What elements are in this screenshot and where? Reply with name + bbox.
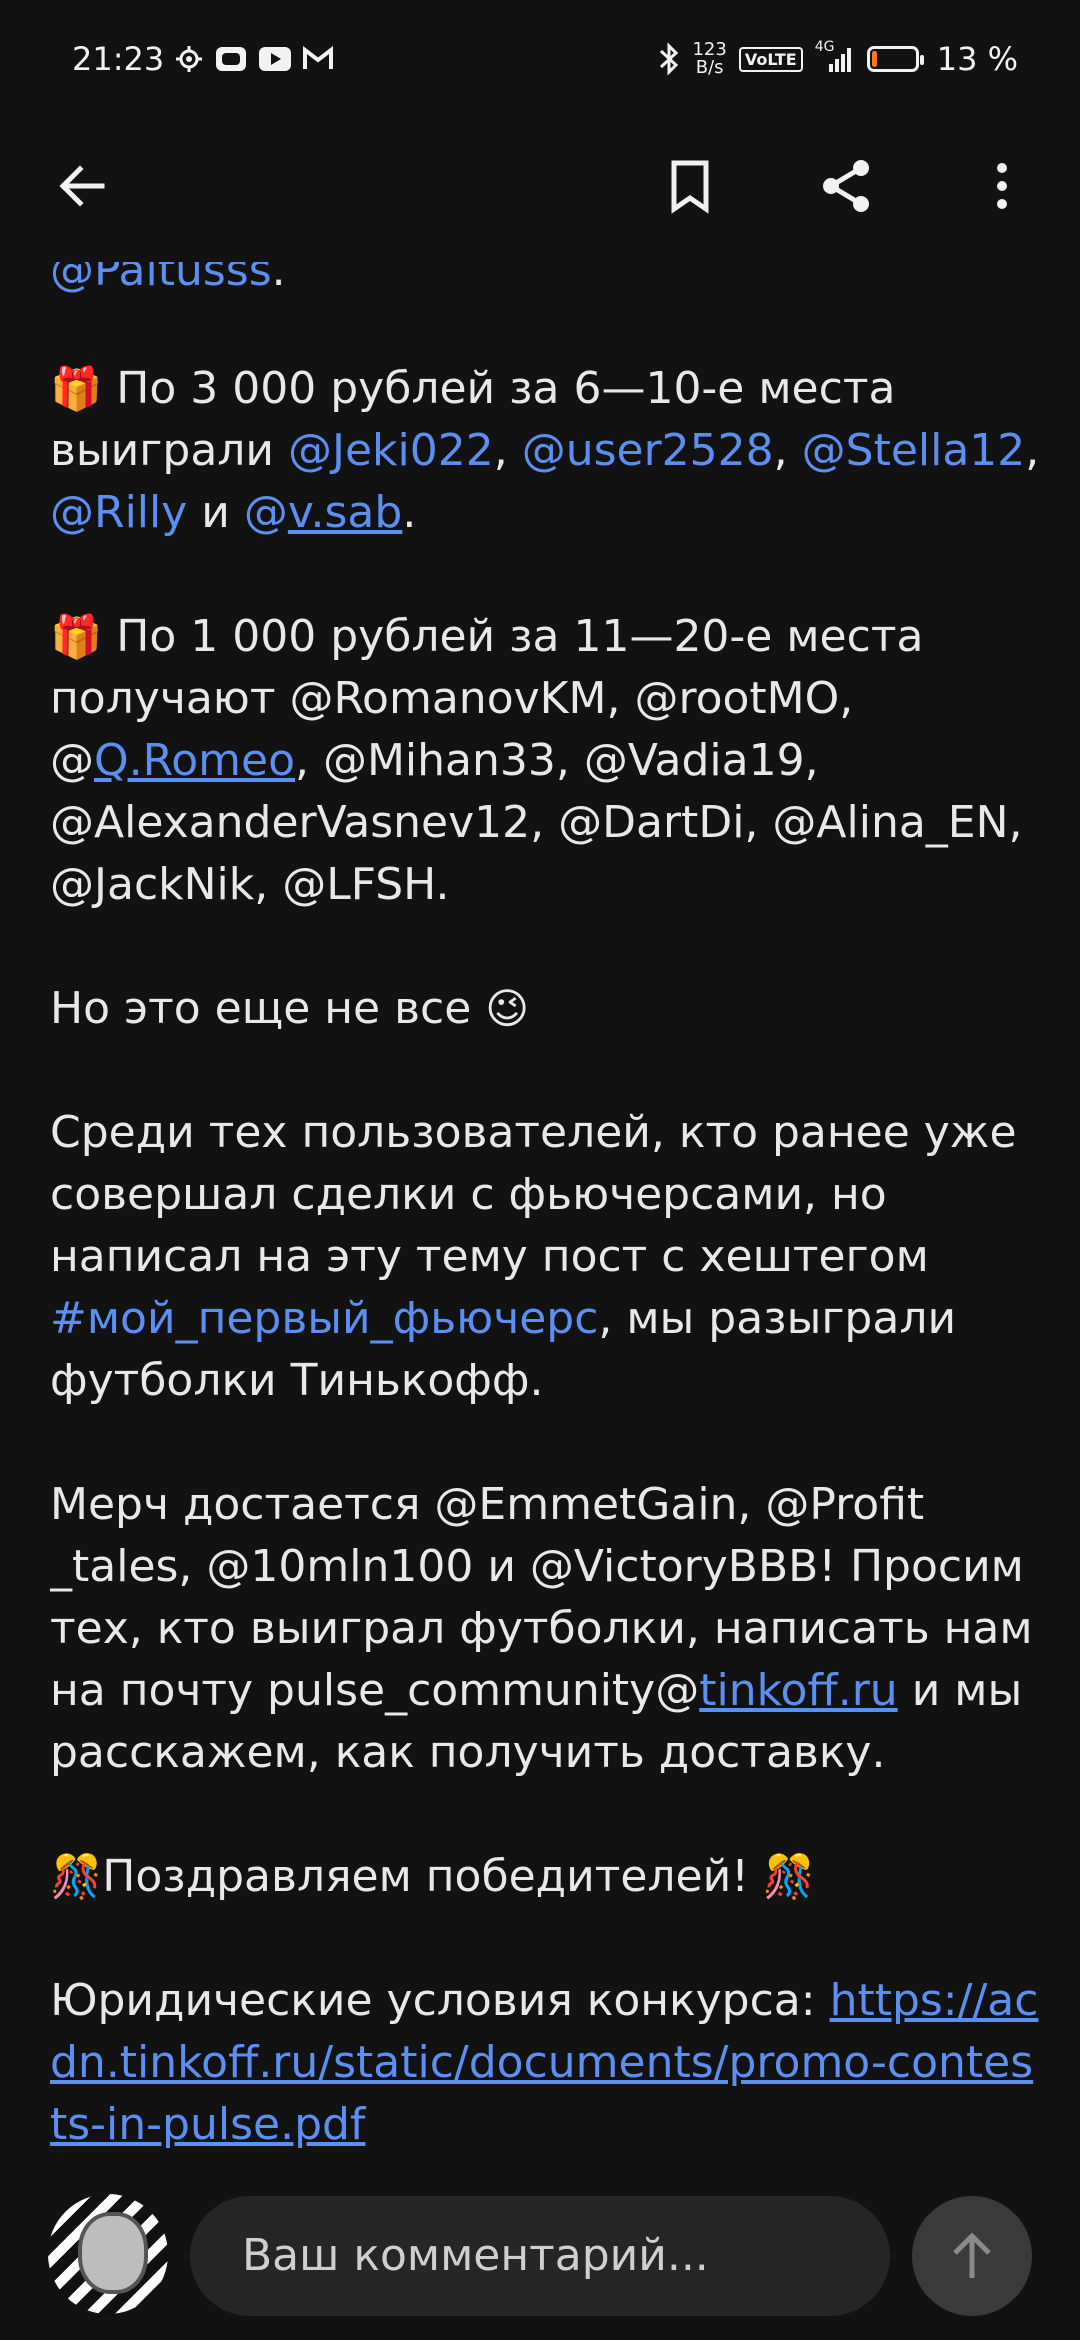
paragraph-text: Поздравляем победителей! <box>102 1851 763 1902</box>
bookmark-button[interactable] <box>654 150 726 222</box>
email-domain-link[interactable]: tinkoff.ru <box>699 1665 897 1716</box>
post-paragraph-futures: Среди тех пользователей, кто ранее уже с… <box>50 1102 1040 1412</box>
paragraph-text: . <box>271 262 286 296</box>
separator: . <box>402 487 417 538</box>
paragraph-text: Среди тех пользователей, кто ранее уже с… <box>50 1107 1017 1282</box>
status-right: 123 B/s VoLTE 4G 13 % <box>658 39 1018 78</box>
vpn-gear-icon <box>174 44 204 74</box>
paragraph-text: По 1 000 рублей за 11—20-е места получаю… <box>50 611 924 724</box>
avatar[interactable] <box>48 2194 168 2314</box>
mention-link[interactable]: @Jeki022 <box>288 425 494 476</box>
wink-emoji: 😉 <box>485 984 530 1033</box>
battery-icon <box>866 46 924 72</box>
status-time: 21:23 <box>72 40 165 78</box>
confetti-emoji: 🎊 <box>762 1852 816 1901</box>
gift-emoji: 🎁 <box>50 612 103 661</box>
bluetooth-icon <box>658 42 680 76</box>
hashtag-link[interactable]: #мой_первый_фьючерс <box>50 1293 598 1344</box>
mention-name: Q.Romeo <box>94 735 295 786</box>
mention-link[interactable]: @Stella12 <box>802 425 1026 476</box>
separator: , <box>493 425 522 476</box>
mention-link[interactable]: @Rilly <box>50 487 187 538</box>
post-paragraph-congrats: 🎊Поздравляем победителей! 🎊 <box>50 1846 1040 1908</box>
more-options-button[interactable] <box>966 150 1038 222</box>
separator: , <box>773 425 802 476</box>
bookmark-icon <box>671 160 709 214</box>
separator: , <box>1025 425 1040 476</box>
separator: и <box>187 487 244 538</box>
net-speed: 123 B/s <box>692 41 726 77</box>
confetti-emoji: 🎊 <box>50 1852 103 1901</box>
post-paragraph-top: @Paltusss. <box>50 262 1040 302</box>
mention-link[interactable]: @user2528 <box>522 425 774 476</box>
back-button[interactable] <box>46 150 118 222</box>
arrow-left-icon <box>59 165 105 207</box>
send-button[interactable] <box>912 2196 1032 2316</box>
post-paragraph-not-all: Но это еще не все 😉 <box>50 978 1040 1040</box>
mention-at: @ <box>50 735 94 786</box>
share-button[interactable] <box>810 150 882 222</box>
paragraph-text: Но это еще не все <box>50 983 486 1034</box>
comment-input[interactable]: Ваш комментарий... <box>190 2196 890 2316</box>
status-left: 21:23 <box>72 40 334 78</box>
post-content: @Paltusss. 🎁 По 3 000 рублей за 6—10-е м… <box>50 262 1040 2162</box>
youtube-icon <box>258 46 292 72</box>
status-bar: 21:23 123 B/s VoLTE 4G 13 % <box>0 0 1080 120</box>
network-type: 4G <box>814 39 835 55</box>
share-icon <box>823 160 869 212</box>
comment-bar: Ваш комментарий... <box>0 2180 1080 2340</box>
post-paragraph-prizes-1000: 🎁 По 1 000 рублей за 11—20-е места получ… <box>50 606 1040 916</box>
mention-name: v.sab <box>287 487 403 538</box>
post-paragraph-legal: Юридические условия конкурса: https://ac… <box>50 1970 1040 2156</box>
arrow-up-icon <box>953 2232 991 2278</box>
mention-at: @ <box>243 487 288 538</box>
more-vertical-icon <box>997 163 1007 209</box>
volte-badge: VoLTE <box>738 46 803 72</box>
mention-link[interactable]: @Q.Romeo <box>50 735 295 786</box>
paragraph-text: Юридические условия конкурса: <box>50 1975 830 2026</box>
post-paragraph-prizes-3000: 🎁 По 3 000 рублей за 6—10-е места выигра… <box>50 358 1040 544</box>
signal-icon: 4G <box>815 39 855 74</box>
post-paragraph-merch: Мерч достается @EmmetGain, @Profit _tale… <box>50 1474 1040 1784</box>
mention-link[interactable]: @v.sab <box>244 487 402 538</box>
net-speed-unit: B/s <box>695 57 724 78</box>
mention-link[interactable]: @Paltusss <box>50 262 272 296</box>
avatar-face <box>78 2212 148 2294</box>
media-app-icon <box>214 45 248 73</box>
battery-percent: 13 % <box>936 40 1018 78</box>
gift-emoji: 🎁 <box>50 364 103 413</box>
battery-fill <box>871 51 877 67</box>
app-bar <box>0 130 1080 240</box>
gmail-icon <box>302 46 334 72</box>
